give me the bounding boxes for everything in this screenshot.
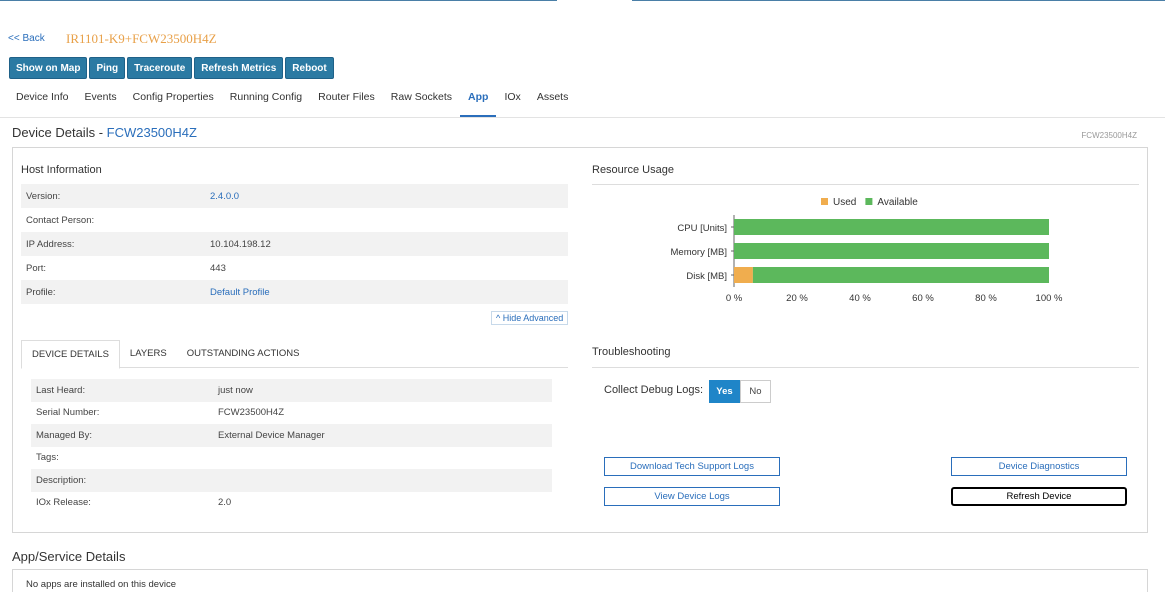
device-id-label: FCW23500H4Z (1081, 131, 1137, 140)
tab-iox[interactable]: IOx (496, 84, 528, 117)
row-key: Port: (26, 262, 47, 274)
refresh-device-button[interactable]: Refresh Device (951, 487, 1127, 506)
tabs-divider (0, 117, 1165, 118)
legend-swatch-available (865, 198, 873, 205)
row-key: Serial Number: (36, 407, 100, 419)
table-row: Serial Number: FCW23500H4Z (31, 402, 552, 425)
table-row: Last Heard: just now (31, 379, 552, 402)
subtab-outstanding-actions[interactable]: OUTSTANDING ACTIONS (177, 340, 310, 367)
row-key: Tags: (36, 452, 59, 464)
legend-swatch-used (821, 198, 828, 205)
table-row: IP Address: 10.104.198.12 (21, 232, 568, 256)
host-info-title: Host Information (21, 164, 102, 176)
table-row: Tags: (31, 447, 552, 470)
download-tech-support-logs-button[interactable]: Download Tech Support Logs (604, 457, 780, 476)
row-key: Description: (36, 474, 87, 486)
page-title: Device Details - FCW23500H4Z (12, 125, 197, 140)
table-row: IOx Release: 2.0 (31, 492, 552, 515)
bar-available (752, 267, 1049, 283)
debug-no-button[interactable]: No (740, 380, 771, 403)
row-value: just now (218, 384, 253, 396)
details-subtabs: DEVICE DETAILS LAYERS OUTSTANDING ACTION… (21, 340, 568, 369)
row-key: Contact Person: (26, 214, 95, 226)
x-tick-label: 100 % (1036, 293, 1063, 304)
x-tick-label: 80 % (975, 293, 997, 304)
troubleshooting-divider (592, 367, 1139, 368)
device-title: IR1101-K9+FCW23500H4Z (66, 31, 217, 46)
profile-link[interactable]: Default Profile (210, 287, 270, 298)
tab-running-config[interactable]: Running Config (222, 84, 310, 117)
row-value: External Device Manager (218, 429, 325, 441)
x-tick-label: 40 % (849, 293, 871, 304)
row-key: IOx Release: (36, 497, 91, 509)
table-row: Profile: Default Profile (21, 280, 568, 304)
row-value: 10.104.198.12 (210, 238, 271, 250)
page-title-text: Device Details - (12, 125, 107, 140)
row-key: Last Heard: (36, 384, 86, 396)
view-device-logs-button[interactable]: View Device Logs (604, 487, 780, 506)
show-on-map-button[interactable]: Show on Map (9, 57, 88, 79)
resource-divider (592, 184, 1139, 185)
collect-debug-label: Collect Debug Logs: (604, 384, 704, 396)
top-border (0, 0, 557, 1)
tab-config-properties[interactable]: Config Properties (125, 84, 222, 117)
resource-usage-title: Resource Usage (592, 164, 674, 176)
legend-label-available: Available (877, 197, 918, 208)
row-key: Profile: (26, 286, 56, 298)
page-title-serial: FCW23500H4Z (106, 125, 197, 140)
host-info-table: Version: 2.4.0.0 Contact Person: IP Addr… (21, 184, 568, 304)
row-value: 2.0 (218, 497, 232, 509)
top-border (632, 0, 1165, 1)
x-tick-label: 60 % (912, 293, 934, 304)
tab-events[interactable]: Events (77, 84, 125, 117)
traceroute-button[interactable]: Traceroute (127, 57, 193, 79)
ping-button[interactable]: Ping (89, 57, 126, 79)
device-tabs: Device Info Events Config Properties Run… (8, 84, 576, 117)
refresh-metrics-button[interactable]: Refresh Metrics (194, 57, 284, 79)
hide-advanced-button[interactable]: ^ Hide Advanced (491, 311, 569, 325)
version-link[interactable]: 2.4.0.0 (210, 191, 239, 202)
table-row: Contact Person: (21, 208, 568, 232)
category-label: Memory [MB] (671, 247, 727, 258)
app-service-title: App/Service Details (12, 549, 126, 564)
no-apps-message: No apps are installed on this device (26, 579, 176, 590)
troubleshooting-title: Troubleshooting (592, 346, 671, 358)
row-value: 443 (210, 262, 226, 274)
row-key: IP Address: (26, 238, 75, 250)
legend-label-used: Used (833, 197, 856, 208)
app-service-panel: No apps are installed on this device (12, 569, 1148, 592)
table-row: Managed By: External Device Manager (31, 424, 552, 447)
table-row: Description: (31, 469, 552, 492)
reboot-button[interactable]: Reboot (285, 57, 334, 79)
device-diagnostics-button[interactable]: Device Diagnostics (951, 457, 1127, 476)
tab-device-info[interactable]: Device Info (8, 84, 77, 117)
x-tick-label: 20 % (786, 293, 808, 304)
table-row: Port: 443 (21, 256, 568, 280)
tab-raw-sockets[interactable]: Raw Sockets (383, 84, 460, 117)
bar-available (734, 243, 1049, 259)
bar-available (734, 219, 1049, 235)
back-link[interactable]: << Back (8, 33, 45, 44)
subtab-layers[interactable]: LAYERS (120, 340, 177, 367)
x-tick-label: 0 % (726, 293, 743, 304)
device-details-table: Last Heard: just now Serial Number: FCW2… (31, 379, 552, 514)
row-key: Managed By: (36, 429, 92, 441)
table-row: Version: 2.4.0.0 (21, 184, 568, 208)
category-label: Disk [MB] (686, 271, 727, 282)
bar-used (734, 267, 753, 283)
category-label: CPU [Units] (677, 223, 727, 234)
debug-yes-button[interactable]: Yes (709, 380, 740, 403)
row-key: Version: (26, 190, 61, 202)
subtab-device-details[interactable]: DEVICE DETAILS (21, 340, 120, 369)
tab-assets[interactable]: Assets (529, 84, 577, 117)
debug-logs-toggle: Yes No (709, 380, 771, 403)
tab-app[interactable]: App (460, 84, 497, 117)
tab-router-files[interactable]: Router Files (310, 84, 383, 117)
resource-usage-chart: Used Available CPU [Units] Memory [MB] Disk … (592, 190, 1139, 320)
resource-chart-svg: Used Available CPU [Units] Memory [MB] Disk … (671, 197, 1064, 304)
row-value: FCW23500H4Z (218, 407, 284, 419)
action-toolbar: Show on Map Ping Traceroute Refresh Metr… (9, 57, 334, 79)
